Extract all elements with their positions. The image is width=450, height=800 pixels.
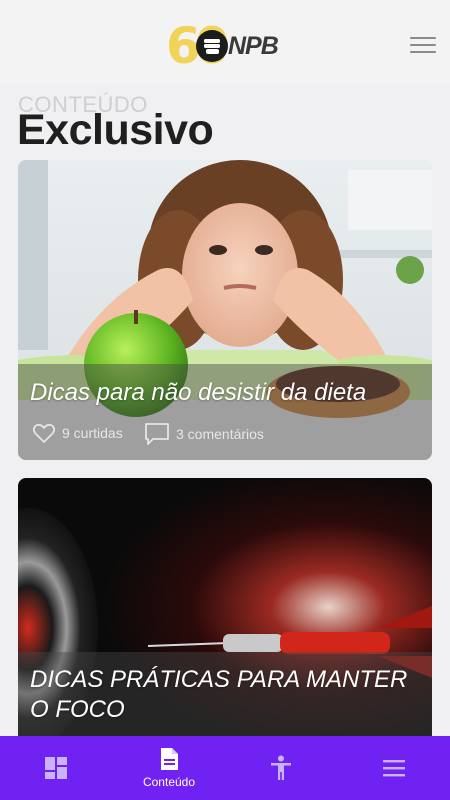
menu-line-icon xyxy=(410,44,436,46)
card-title[interactable]: Dicas para não desistir da dieta xyxy=(30,378,366,408)
content-card-focus[interactable]: DICAS PRÁTICAS PARA MANTER O FOCO xyxy=(18,478,432,736)
hamburger-menu-button[interactable] xyxy=(410,37,436,57)
likes-count: 9 curtidas xyxy=(62,425,123,441)
heart-icon xyxy=(32,423,56,443)
tab-label: Conteúdo xyxy=(142,775,196,789)
dashboard-icon xyxy=(45,757,67,779)
menu-line-icon xyxy=(410,51,436,53)
bottom-tab-bar: Conteúdo xyxy=(0,736,450,800)
npb-logo[interactable]: 60 NPB xyxy=(166,18,286,74)
tab-accessibility[interactable] xyxy=(236,736,326,800)
fist-icon xyxy=(196,30,228,62)
comment-icon xyxy=(145,423,169,445)
content-card-diet[interactable]: Dicas para não desistir da dieta 9 curti… xyxy=(18,160,432,460)
tab-more-menu[interactable] xyxy=(349,736,439,800)
like-button[interactable]: 9 curtidas xyxy=(32,422,123,444)
person-icon xyxy=(271,755,291,780)
comments-button[interactable]: 3 comentários xyxy=(144,422,264,446)
menu-icon xyxy=(383,760,405,777)
tab-conteudo[interactable]: Conteúdo xyxy=(124,736,214,800)
document-icon xyxy=(161,748,178,770)
comments-count: 3 comentários xyxy=(176,426,264,442)
page-title: Exclusivo xyxy=(17,106,214,154)
app-header: 60 NPB xyxy=(0,0,450,84)
menu-line-icon xyxy=(410,37,436,39)
card-title[interactable]: DICAS PRÁTICAS PARA MANTER O FOCO xyxy=(30,665,430,725)
logo-brand: NPB xyxy=(228,32,279,60)
tab-dashboard[interactable] xyxy=(11,736,101,800)
